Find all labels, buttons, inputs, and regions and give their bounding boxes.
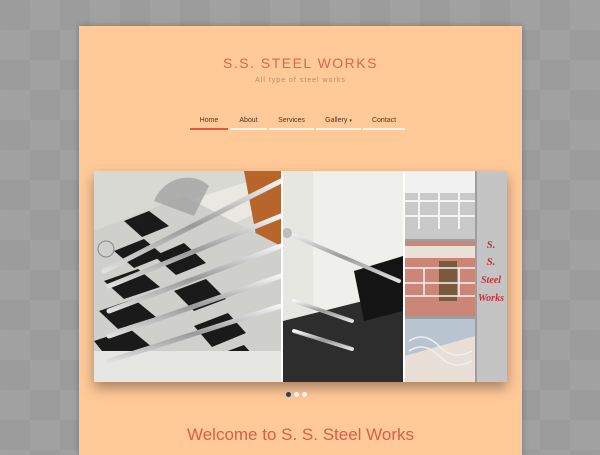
slider-dot-2[interactable]	[294, 392, 299, 397]
nav-item-home[interactable]: Home	[190, 114, 228, 130]
photo-balcony-collage: S. S. Steel Works	[405, 171, 507, 382]
welcome-heading: Welcome to S. S. Steel Works	[186, 425, 415, 444]
nav-item-about[interactable]: About	[230, 114, 267, 130]
nav-item-label: Services	[278, 117, 305, 124]
overlay-text-line: S.	[487, 256, 496, 268]
nav-item-label: Gallery	[325, 117, 348, 124]
slider-pagination	[286, 392, 307, 397]
photo-staircase-1	[94, 171, 284, 382]
page-container: S.S. STEEL WORKS All type of steel works…	[79, 26, 522, 455]
slider-dot-3[interactable]	[302, 392, 307, 397]
nav-item-label: Contact	[371, 117, 397, 124]
nav-item-label: About	[239, 117, 258, 124]
nav-item-gallery[interactable]: Gallery ▾	[316, 114, 361, 130]
site-tagline: All type of steel works	[255, 77, 346, 84]
slide-image: S. S. Steel Works	[94, 171, 507, 382]
nav-item-label: Home	[199, 117, 219, 124]
overlay-text-line: Works	[478, 293, 504, 304]
site-title[interactable]: S.S. STEEL WORKS	[79, 55, 522, 71]
image-slider[interactable]: S. S. Steel Works	[94, 171, 507, 382]
nav-item-services[interactable]: Services	[269, 114, 314, 130]
overlay-text-line: S.	[487, 239, 496, 251]
overlay-text-line: Steel	[481, 275, 501, 286]
chevron-down-icon: ▾	[349, 118, 352, 124]
nav-item-contact[interactable]: Contact	[363, 114, 405, 130]
main-nav: Home About Services Gallery ▾ Contact	[190, 114, 405, 130]
slider-dot-1[interactable]	[286, 392, 291, 397]
photo-staircase-2	[282, 171, 403, 382]
